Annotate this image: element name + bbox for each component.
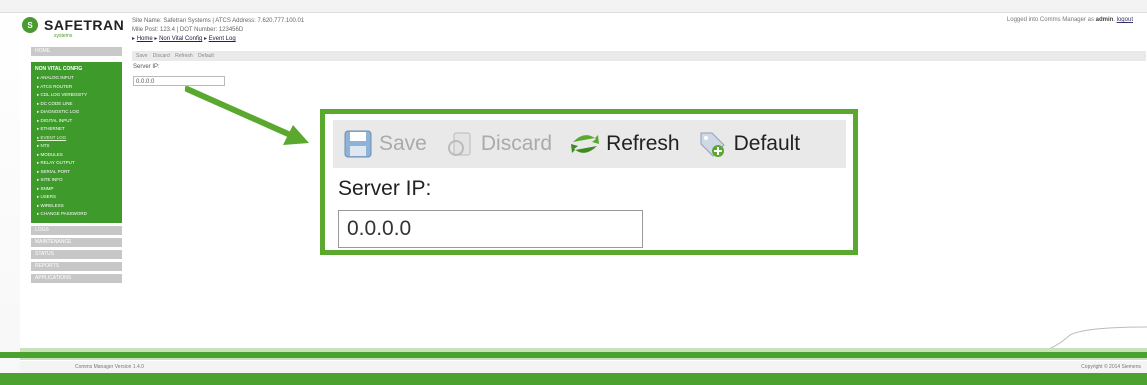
footer-copyright: Copyright © 2014 Siemens	[1081, 364, 1141, 370]
sidebar-item[interactable]: ▸ NTS	[31, 142, 122, 151]
sidebar-section[interactable]: STATUS	[31, 249, 122, 259]
footer: Comms Manager Version 1.4.0 Copyright © …	[20, 361, 1147, 373]
default-button[interactable]: Default	[698, 129, 801, 159]
breadcrumb: ▸ Home ▸ Non Vital Config ▸ Event Log	[132, 36, 236, 42]
sidebar-section[interactable]: MAINTENANCE	[31, 237, 122, 247]
sidebar-item[interactable]: ▸ EVENT LOG	[31, 134, 122, 143]
sidebar-item[interactable]: ▸ DC CODE LINE	[31, 100, 122, 109]
logo-subtitle: systems	[54, 33, 73, 39]
sidebar-item[interactable]: ▸ ANALOG INPUT	[31, 74, 122, 83]
mini-discard-button[interactable]: Discard	[153, 53, 170, 59]
discard-button[interactable]: Discard	[445, 129, 552, 159]
sidebar-item[interactable]: ▸ SITE INFO	[31, 176, 122, 185]
mini-refresh-button[interactable]: Refresh	[175, 53, 193, 59]
site-info: Site Name: Safetran Systems | ATCS Addre…	[132, 17, 304, 44]
sidebar-item[interactable]: ▸ USERS	[31, 193, 122, 202]
server-ip-input[interactable]: 0.0.0.0	[338, 210, 643, 248]
sidebar-item[interactable]: ▸ DIAGNOSTIC LOG	[31, 108, 122, 117]
sidebar-item[interactable]: ▸ RELAY OUTPUT	[31, 159, 122, 168]
sidebar-non-vital-config: NON VITAL CONFIG ▸ ANALOG INPUT ▸ ATCS RO…	[31, 62, 122, 223]
callout-arrow-icon	[185, 86, 309, 145]
bottom-green-bar	[0, 373, 1147, 385]
refresh-label: Refresh	[606, 132, 680, 155]
mini-default-button[interactable]: Default	[198, 53, 214, 59]
browser-top-bar	[0, 0, 1147, 13]
sidebar-item[interactable]: ▸ CHANGE PASSWORD	[31, 210, 122, 219]
footer-version: Comms Manager Version 1.4.0	[75, 364, 144, 370]
sidebar-item[interactable]: ▸ ETHERNET	[31, 125, 122, 134]
toolbar: Save Discard Refresh Default	[333, 120, 846, 168]
sidebar-section[interactable]: APPLICATIONS	[31, 273, 122, 283]
logo-badge-icon: S	[22, 17, 38, 33]
sidebar-home[interactable]: HOME	[31, 47, 122, 56]
login-status: Logged into Comms Manager as admin. logo…	[1006, 17, 1133, 23]
login-user: admin	[1095, 17, 1114, 23]
left-margin	[0, 0, 20, 385]
sidebar-item[interactable]: ▸ SERIAL PORT	[31, 168, 122, 177]
sidebar-item[interactable]: ▸ SNMP	[31, 185, 122, 194]
sidebar: HOME NON VITAL CONFIG ▸ ANALOG INPUT ▸ AT…	[31, 47, 122, 283]
server-ip-label: Server IP:	[338, 177, 432, 200]
tag-plus-icon	[698, 129, 728, 159]
mini-server-ip-label: Server IP:	[133, 64, 160, 70]
sidebar-item[interactable]: ▸ ATCS ROUTER	[31, 83, 122, 92]
login-prefix: Logged into Comms Manager as	[1006, 17, 1094, 23]
mile-post-line: Mile Post: 123.4 | DOT Number: 123456D	[132, 27, 244, 33]
site-name-line: Site Name: Safetran Systems | ATCS Addre…	[132, 18, 305, 24]
breadcrumb-non-vital-config[interactable]: Non Vital Config	[159, 36, 202, 42]
sidebar-section-title[interactable]: NON VITAL CONFIG	[31, 64, 122, 74]
discard-label: Discard	[480, 132, 553, 155]
sidebar-item[interactable]: ▸ WIRELESS	[31, 202, 122, 211]
discard-icon	[445, 129, 475, 159]
save-button[interactable]: Save	[343, 129, 427, 159]
logo-text: SAFETRAN	[44, 17, 125, 33]
zoom-callout: Save Discard Refresh Default Server IP: …	[320, 109, 858, 255]
logo: S SAFETRAN	[22, 17, 124, 33]
refresh-icon	[570, 129, 600, 159]
logout-link[interactable]: logout	[1117, 17, 1133, 23]
floppy-disk-icon	[343, 129, 373, 159]
mini-save-button[interactable]: Save	[136, 53, 147, 59]
sidebar-item[interactable]: ▸ MODULES	[31, 151, 122, 160]
sidebar-section[interactable]: LOGS	[31, 225, 122, 235]
refresh-button[interactable]: Refresh	[570, 129, 680, 159]
breadcrumb-home[interactable]: Home	[137, 36, 153, 42]
mini-toolbar: Save Discard Refresh Default	[132, 51, 1146, 61]
breadcrumb-event-log[interactable]: Event Log	[209, 36, 236, 42]
sidebar-item[interactable]: ▸ DIGITAL INPUT	[31, 117, 122, 126]
sidebar-section[interactable]: REPORTS	[31, 261, 122, 271]
save-label: Save	[379, 132, 427, 155]
sidebar-item[interactable]: ▸ CDL LOG VERBOSITY	[31, 91, 122, 100]
footer-stripe	[0, 352, 1147, 358]
default-label: Default	[733, 132, 801, 155]
